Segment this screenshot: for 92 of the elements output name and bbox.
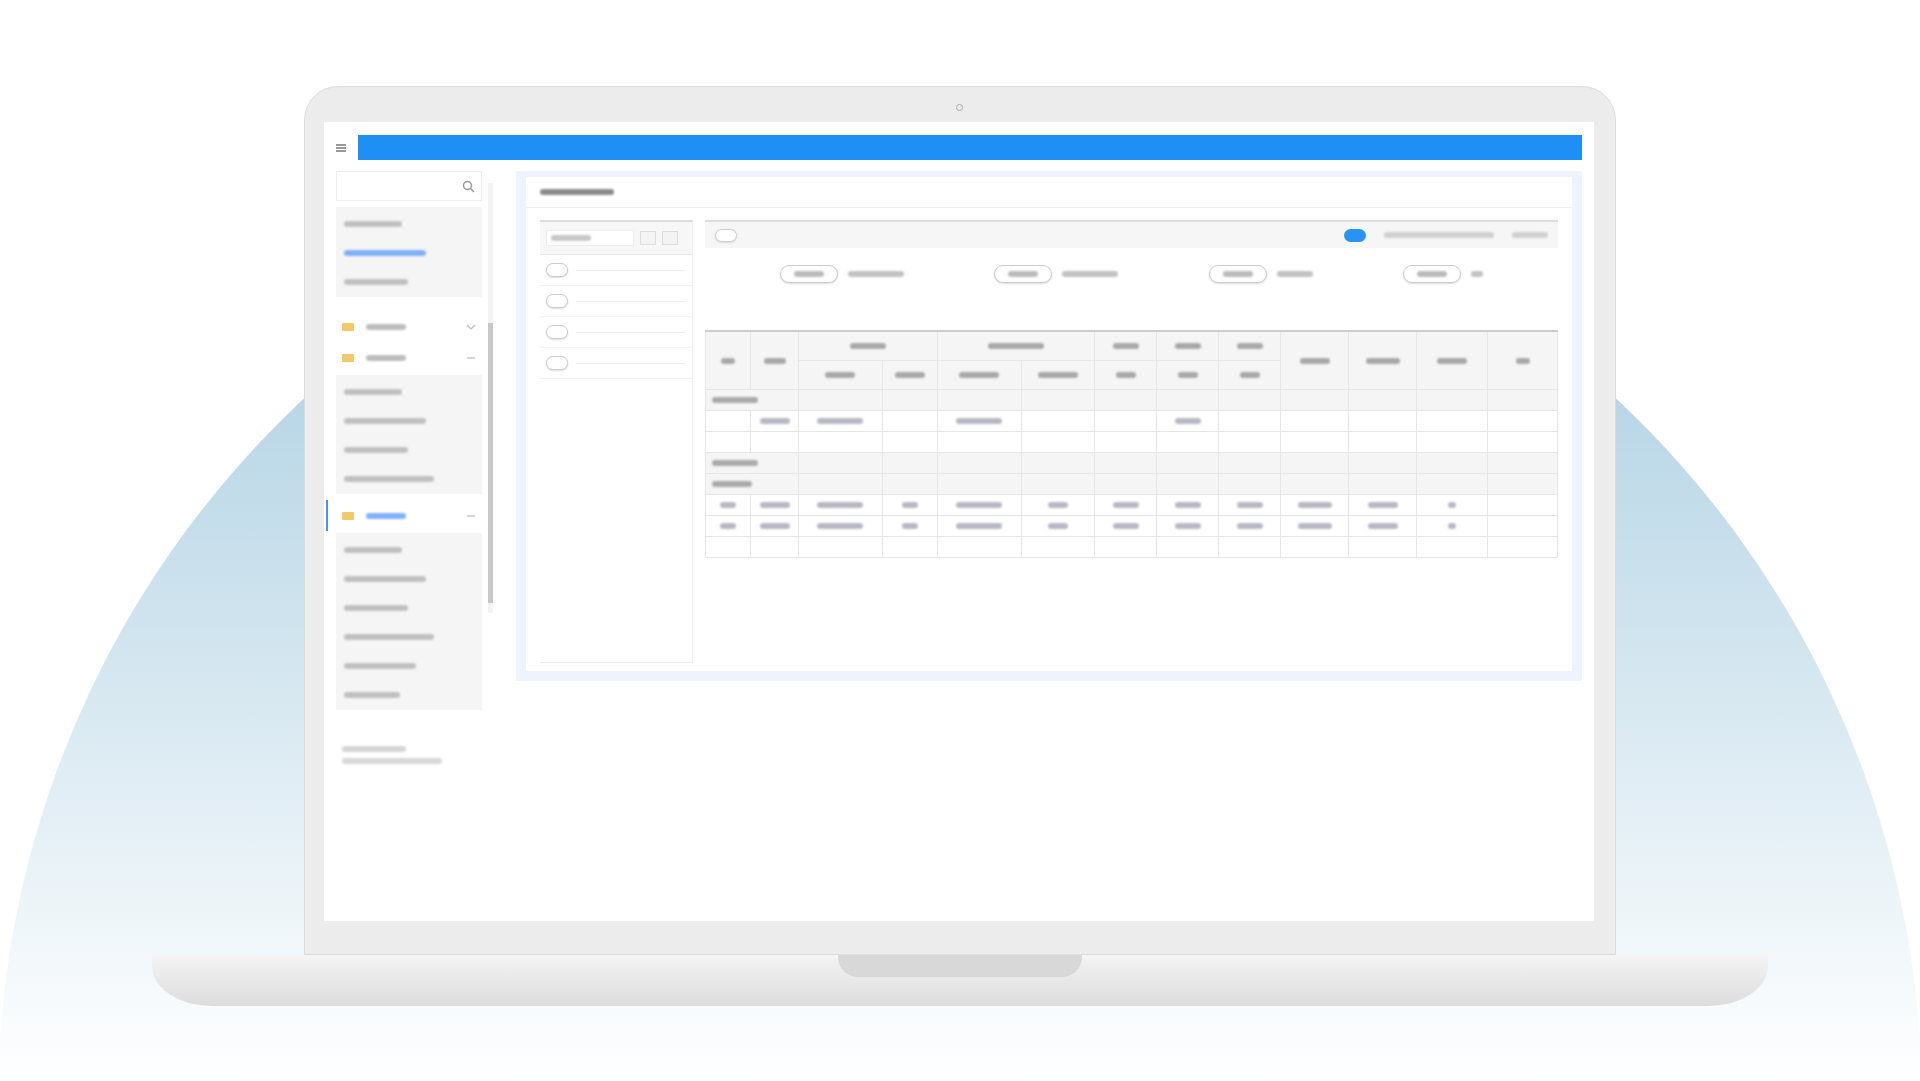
cell-text xyxy=(1174,502,1201,508)
cell-text xyxy=(901,523,918,529)
summary-value xyxy=(848,271,905,277)
menu-item[interactable] xyxy=(344,278,408,285)
menu-item[interactable] xyxy=(344,604,408,611)
dropdown-value xyxy=(551,235,591,241)
summary-value xyxy=(1470,271,1483,277)
summary-value xyxy=(1276,271,1313,277)
footer-text xyxy=(342,746,406,752)
cell-text xyxy=(1112,523,1139,529)
header-text xyxy=(763,357,786,364)
cell-text xyxy=(720,523,736,529)
header-text xyxy=(850,343,887,349)
header-text xyxy=(894,372,925,378)
cell-text xyxy=(956,502,1003,508)
cell-text xyxy=(817,502,864,508)
cell-text xyxy=(1367,523,1398,529)
folder-icon xyxy=(342,511,354,520)
status-pill xyxy=(546,294,568,308)
header-text xyxy=(1236,343,1263,349)
search-field[interactable] xyxy=(336,171,482,201)
cell-text xyxy=(1174,418,1201,424)
header-text xyxy=(825,372,856,378)
toolbar-button[interactable] xyxy=(662,231,678,245)
status-pill xyxy=(546,263,568,277)
cell-text xyxy=(1297,523,1332,529)
menu-group-label xyxy=(366,323,406,330)
header-text xyxy=(1115,372,1136,378)
summary-label-text xyxy=(1222,271,1253,277)
cell-text xyxy=(1112,502,1139,508)
header-text xyxy=(1299,357,1330,364)
pill-button[interactable] xyxy=(715,228,737,242)
header-text xyxy=(1239,372,1260,378)
header-text xyxy=(959,372,1000,378)
cell-text xyxy=(720,502,736,508)
cell-text xyxy=(956,523,1003,529)
dropdown-field[interactable] xyxy=(546,230,634,246)
scrollbar[interactable] xyxy=(488,183,493,613)
section-text xyxy=(712,481,752,487)
folder-icon xyxy=(342,322,354,331)
cell-text xyxy=(1236,523,1263,529)
menu-item[interactable] xyxy=(344,220,402,227)
header-text xyxy=(1174,343,1201,349)
menu-icon[interactable] xyxy=(336,143,346,152)
header-text xyxy=(721,357,735,364)
menu-item[interactable] xyxy=(344,633,434,640)
cell-text xyxy=(1448,523,1456,529)
header-text xyxy=(1177,372,1198,378)
menu-item[interactable] xyxy=(344,417,426,424)
header-text xyxy=(1365,357,1400,364)
menu-group-label xyxy=(366,354,406,361)
cell-text xyxy=(1367,502,1398,508)
summary-label-text xyxy=(1008,271,1039,277)
status-pill xyxy=(546,325,568,339)
menu-item[interactable] xyxy=(344,662,416,669)
menu-group-label xyxy=(366,512,406,519)
menu-item[interactable] xyxy=(344,691,400,698)
header-text xyxy=(1437,357,1467,364)
cell-text xyxy=(901,502,918,508)
menu-item[interactable] xyxy=(344,575,426,582)
cell-text xyxy=(956,418,1003,424)
section-text xyxy=(712,397,758,403)
summary-value xyxy=(1062,271,1119,277)
header-text xyxy=(1037,372,1078,378)
header-text xyxy=(988,343,1045,349)
toggle-switch[interactable] xyxy=(1344,228,1366,242)
toolbar-button[interactable] xyxy=(640,231,656,245)
cell-text xyxy=(1448,502,1456,508)
summary-label-text xyxy=(794,271,825,277)
cell-text xyxy=(759,502,790,508)
cell-text xyxy=(1174,523,1201,529)
menu-item[interactable] xyxy=(344,388,402,395)
menu-item[interactable] xyxy=(344,475,434,482)
header-text xyxy=(1515,357,1530,364)
cell-text xyxy=(817,418,864,424)
status-pill xyxy=(546,356,568,370)
search-icon xyxy=(462,179,475,193)
filter-text xyxy=(1512,232,1548,238)
cell-text xyxy=(1297,502,1332,508)
cell-text xyxy=(1047,523,1068,529)
menu-item[interactable] xyxy=(344,546,402,553)
cell-text xyxy=(1047,502,1068,508)
cell-text xyxy=(759,418,790,424)
section-text xyxy=(712,460,758,466)
cell-text xyxy=(759,523,790,529)
folder-icon xyxy=(342,353,354,362)
header-text xyxy=(1112,343,1139,349)
cell-text xyxy=(817,523,864,529)
menu-item[interactable] xyxy=(344,446,408,453)
cell-text xyxy=(1236,502,1263,508)
summary-label-text xyxy=(1416,271,1447,277)
menu-item[interactable] xyxy=(344,249,426,256)
